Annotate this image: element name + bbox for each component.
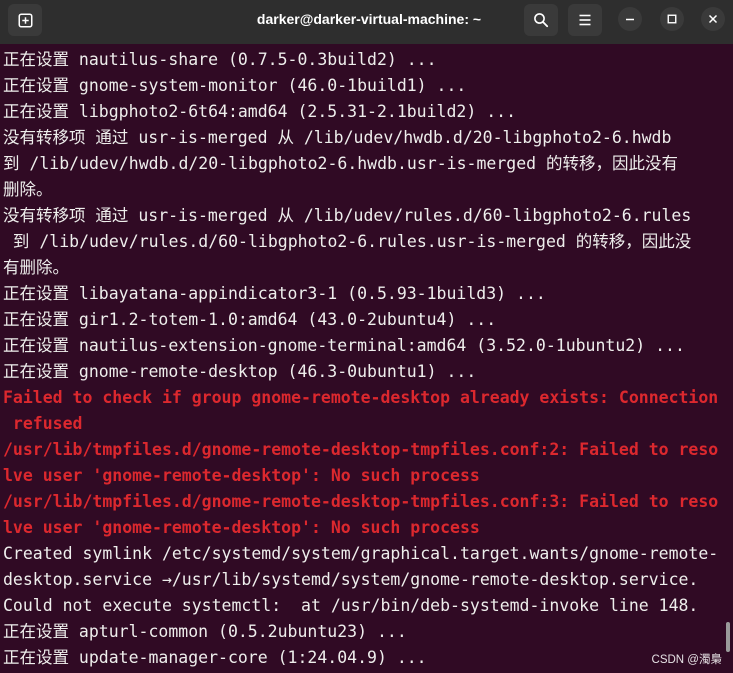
search-icon (533, 12, 549, 28)
terminal-line: 正在设置 libayatana-appindicator3-1 (0.5.93-… (3, 284, 546, 303)
terminal-window: darker@darker-virtual-machine: ~ 正在设置 na… (0, 0, 733, 673)
headerbar[interactable]: darker@darker-virtual-machine: ~ (0, 0, 733, 44)
terminal-line: 有删除。 (3, 258, 69, 277)
menu-icon (577, 12, 593, 28)
terminal-line: 正在设置 gnome-system-monitor (46.0-1build1)… (3, 76, 467, 95)
terminal-line: desktop.service →/usr/lib/systemd/system… (3, 570, 699, 589)
menu-button[interactable] (568, 4, 602, 36)
minimize-button[interactable] (618, 7, 642, 31)
terminal-view[interactable]: 正在设置 nautilus-share (0.7.5-0.3build2) ..… (0, 44, 733, 673)
terminal-line: Created symlink /etc/systemd/system/grap… (3, 544, 719, 563)
terminal-line: 正在设置 nautilus-extension-gnome-terminal:a… (3, 336, 685, 355)
terminal-error-line: /usr/lib/tmpfiles.d/gnome-remote-desktop… (3, 492, 719, 511)
terminal-line: 正在设置 apturl-common (0.5.2ubuntu23) ... (3, 622, 407, 641)
terminal-line: 正在设置 gnome-remote-desktop (46.3-0ubuntu1… (3, 362, 477, 381)
terminal-line: 没有转移项 通过 usr-is-merged 从 /lib/udev/hwdb.… (3, 128, 672, 147)
terminal-line: 正在设置 nautilus-share (0.7.5-0.3build2) ..… (3, 50, 437, 69)
new-tab-icon (18, 13, 33, 28)
close-icon (708, 14, 718, 24)
terminal-line: 正在设置 gir1.2-totem-1.0:amd64 (43.0-2ubunt… (3, 310, 497, 329)
terminal-line: 正在设置 libgphoto2-6t64:amd64 (2.5.31-2.1bu… (3, 102, 517, 121)
search-button[interactable] (524, 4, 558, 36)
terminal-error-line: lve user 'gnome-remote-desktop': No such… (3, 518, 480, 537)
maximize-icon (667, 14, 677, 24)
terminal-error-line: lve user 'gnome-remote-desktop': No such… (3, 466, 480, 485)
terminal-error-line: Failed to check if group gnome-remote-de… (3, 388, 719, 407)
terminal-line: 到 /lib/udev/hwdb.d/20-libgphoto2-6.hwdb.… (3, 154, 678, 173)
terminal-line: Could not execute systemctl: at /usr/bin… (3, 596, 699, 615)
terminal-output: 正在设置 nautilus-share (0.7.5-0.3build2) ..… (3, 47, 723, 671)
terminal-line: 到 /lib/udev/rules.d/60-libgphoto2-6.rule… (3, 232, 692, 251)
scrollbar-thumb[interactable] (726, 622, 730, 652)
maximize-button[interactable] (660, 7, 684, 31)
minimize-icon (625, 14, 635, 24)
new-tab-button[interactable] (8, 4, 42, 36)
terminal-error-line: refused (3, 414, 83, 433)
watermark: CSDN @濁梟 (651, 654, 722, 666)
terminal-error-line: /usr/lib/tmpfiles.d/gnome-remote-desktop… (3, 440, 719, 459)
terminal-line: 删除。 (3, 180, 53, 199)
close-button[interactable] (701, 7, 725, 31)
terminal-line: 没有转移项 通过 usr-is-merged 从 /lib/udev/rules… (3, 206, 692, 225)
terminal-line: 正在设置 update-manager-core (1:24.04.9) ... (3, 648, 427, 667)
